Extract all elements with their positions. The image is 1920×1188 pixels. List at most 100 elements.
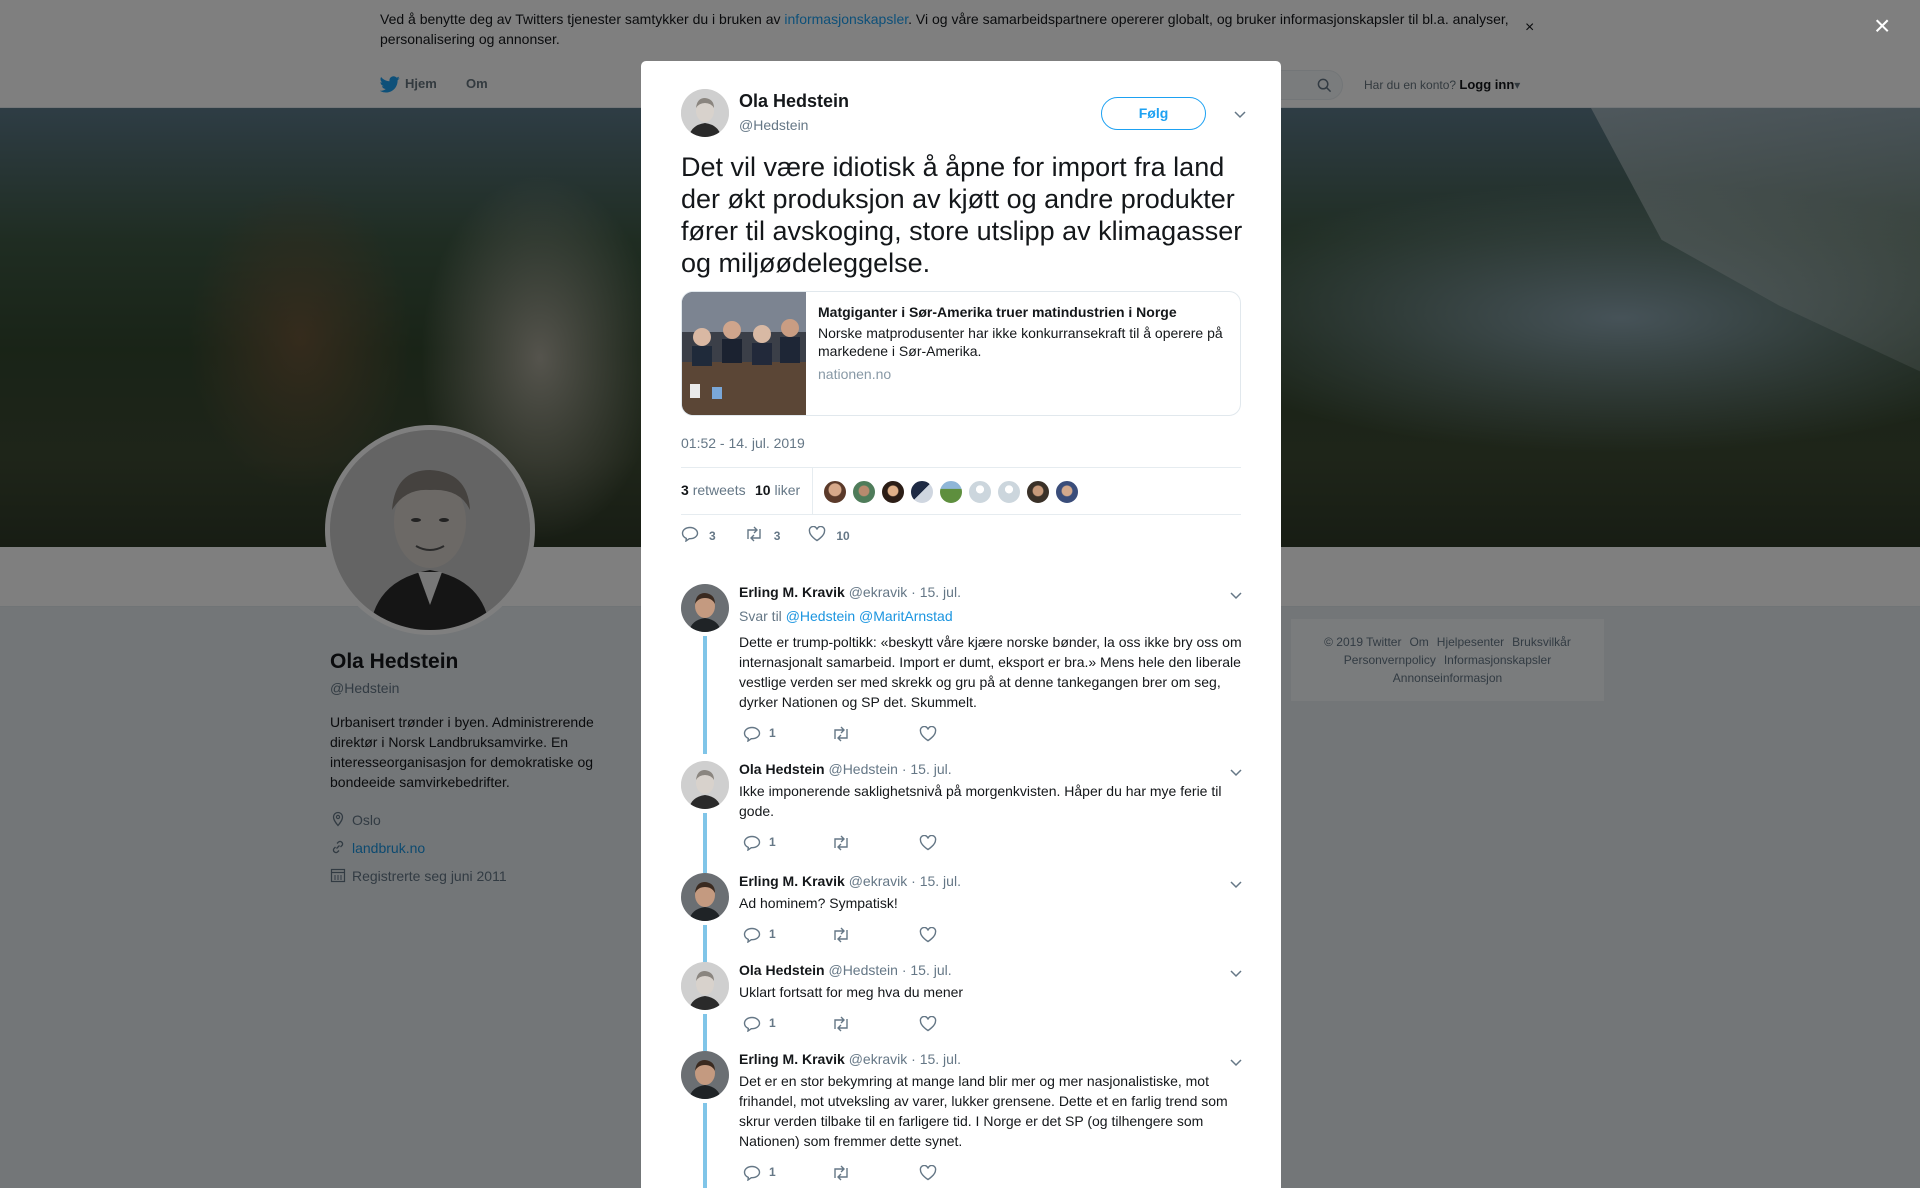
retweet-action[interactable] <box>831 1016 919 1035</box>
card-thumbnail <box>682 292 806 415</box>
reply-actions: 1 <box>743 927 1007 946</box>
heart-icon <box>808 525 826 545</box>
author-avatar[interactable] <box>681 89 729 137</box>
liker-avatar[interactable] <box>910 480 934 504</box>
reply-avatar[interactable] <box>681 1051 729 1099</box>
default-avatar[interactable] <box>997 480 1021 504</box>
author-name[interactable]: Ola Hedstein <box>739 91 849 112</box>
heart-icon <box>919 834 937 854</box>
heart-icon <box>919 725 937 745</box>
liker-avatar[interactable] <box>939 480 963 504</box>
reply-text: Ad hominem? Sympatisk! <box>739 895 898 911</box>
reply-author-name[interactable]: Erling M. Kravik <box>739 1051 845 1067</box>
like-action[interactable] <box>919 1015 1007 1035</box>
reply-tweet[interactable]: Ola Hedstein @Hedstein · 15. jul. Ikke i… <box>681 761 1242 873</box>
reply-author-handle[interactable]: @Hedstein <box>828 761 897 777</box>
card-domain: nationen.no <box>818 366 892 382</box>
reply-icon <box>743 726 761 745</box>
retweet-action[interactable] <box>831 835 919 854</box>
reply-tweet[interactable]: Erling M. Kravik @ekravik · 15. jul. Ad … <box>681 873 1242 965</box>
thread-line <box>703 1014 707 1054</box>
retweet-icon <box>831 927 851 946</box>
retweet-stat[interactable]: 3 retweets <box>681 482 746 498</box>
default-avatar[interactable] <box>968 480 992 504</box>
reply-date[interactable]: · 15. jul. <box>902 761 952 777</box>
retweet-icon <box>831 1016 851 1035</box>
tweet-header: Ola Hedstein @Hedstein Følg <box>681 89 1246 139</box>
reply-tweet[interactable]: Ola Hedstein @Hedstein · 15. jul. Uklart… <box>681 962 1242 1054</box>
reply-text: Dette er trump-poltikk: «beskytt våre kj… <box>739 634 1242 710</box>
card-description: Norske matprodusenter har ikke konkurran… <box>818 325 1223 359</box>
retweet-icon <box>831 726 851 745</box>
like-action[interactable] <box>919 926 1007 946</box>
reply-icon <box>681 526 699 545</box>
reply-text: Ikke imponerende saklighetsnivå på morge… <box>739 783 1222 819</box>
link-card[interactable]: Matgiganter i Sør-Amerika truer matindus… <box>681 291 1241 416</box>
reply-date[interactable]: · 15. jul. <box>911 873 961 889</box>
reply-tweet[interactable]: Erling M. Kravik @ekravik · 15. jul. Det… <box>681 1051 1242 1188</box>
close-modal-button[interactable]: × <box>1874 12 1890 40</box>
reply-action[interactable]: 3 <box>681 526 716 545</box>
reply-date[interactable]: · 15. jul. <box>902 962 952 978</box>
reply-date[interactable]: · 15. jul. <box>911 584 961 600</box>
reply-author-name[interactable]: Ola Hedstein <box>739 962 825 978</box>
reply-tweet[interactable]: Erling M. Kravik @ekravik · 15. jul. Sva… <box>681 584 1243 754</box>
author-handle[interactable]: @Hedstein <box>739 117 808 133</box>
retweet-action[interactable] <box>831 726 919 745</box>
liker-avatar[interactable] <box>852 480 876 504</box>
tweet-text: Det vil være idiotisk å åpne for import … <box>681 152 1243 278</box>
like-action[interactable] <box>919 725 1007 745</box>
reply-avatar[interactable] <box>681 962 729 1010</box>
retweet-icon <box>831 1165 851 1184</box>
reply-actions: 1 <box>743 835 1007 854</box>
liker-avatar[interactable] <box>1055 480 1079 504</box>
tweet-timestamp[interactable]: 01:52 - 14. jul. 2019 <box>681 435 805 451</box>
like-action[interactable] <box>919 1164 1007 1184</box>
thread-line <box>703 636 707 754</box>
reply-action[interactable]: 1 <box>743 726 831 745</box>
reply-icon <box>743 1016 761 1035</box>
chevron-down-icon[interactable] <box>1233 107 1247 125</box>
liker-avatar[interactable] <box>823 480 847 504</box>
reply-author-name[interactable]: Erling M. Kravik <box>739 584 845 600</box>
reply-actions: 1 <box>743 1165 1007 1184</box>
reply-date[interactable]: · 15. jul. <box>911 1051 961 1067</box>
reply-text: Uklart fortsatt for meg hva du mener <box>739 984 964 1000</box>
chevron-down-icon[interactable] <box>1229 588 1243 606</box>
reply-author-name[interactable]: Erling M. Kravik <box>739 873 845 889</box>
reply-to-mentions[interactable]: @Hedstein @MaritArnstad <box>786 608 953 624</box>
reply-text: Det er en stor bekymring at mange land b… <box>739 1073 1228 1149</box>
tweet-modal: Ola Hedstein @Hedstein Følg Det vil være… <box>641 61 1281 1188</box>
reply-author-handle[interactable]: @ekravik <box>849 873 908 889</box>
reply-avatar[interactable] <box>681 584 729 632</box>
reply-action[interactable]: 1 <box>743 835 831 854</box>
liker-avatar[interactable] <box>1026 480 1050 504</box>
retweet-action[interactable] <box>831 927 919 946</box>
reply-author-handle[interactable]: @Hedstein <box>828 962 897 978</box>
tweet-actions: 3 3 10 <box>681 525 878 545</box>
reply-avatar[interactable] <box>681 873 729 921</box>
like-stat[interactable]: 10 liker <box>755 482 800 498</box>
retweet-action[interactable] <box>831 1165 919 1184</box>
reply-avatar[interactable] <box>681 761 729 809</box>
reply-author-handle[interactable]: @ekravik <box>849 1051 908 1067</box>
reply-author-handle[interactable]: @ekravik <box>849 584 908 600</box>
retweet-icon <box>831 835 851 854</box>
like-action[interactable]: 10 <box>808 525 850 545</box>
retweet-icon <box>744 526 764 545</box>
tweet-stats: 3 retweets 10 liker <box>681 467 1241 515</box>
like-action[interactable] <box>919 834 1007 854</box>
reply-action[interactable]: 1 <box>743 1016 831 1035</box>
thread-line <box>703 813 707 873</box>
reply-action[interactable]: 1 <box>743 1165 831 1184</box>
reply-actions: 1 <box>743 726 1007 745</box>
reply-action[interactable]: 1 <box>743 927 831 946</box>
reply-author-name[interactable]: Ola Hedstein <box>739 761 825 777</box>
follow-button[interactable]: Følg <box>1101 97 1206 130</box>
liker-avatar[interactable] <box>881 480 905 504</box>
retweet-action[interactable]: 3 <box>744 526 780 545</box>
card-title: Matgiganter i Sør-Amerika truer matindus… <box>818 304 1177 320</box>
likers-avatars <box>823 480 1084 504</box>
reply-actions: 1 <box>743 1016 1007 1035</box>
heart-icon <box>919 1015 937 1035</box>
